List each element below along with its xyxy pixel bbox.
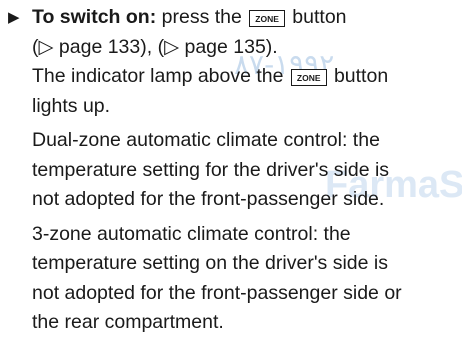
triangle-right-icon: ▶ <box>8 9 20 26</box>
three-zone-line-3: not adopted for the front-passenger side… <box>8 279 460 309</box>
paragraph-text: temperature setting for the driver's sid… <box>32 158 390 181</box>
paragraph-text: the rear compartment. <box>32 311 224 333</box>
zone-button-key: ZONE <box>249 10 285 27</box>
dual-zone-line-2: temperature setting for the driver's sid… <box>8 156 460 186</box>
step-text-4: button <box>328 65 389 87</box>
step-line-2: (▷ page 133), (▷ page 135). <box>8 33 460 63</box>
paragraph-text: not adopted for the front-passenger side… <box>32 188 385 210</box>
paragraph-text: Dual-zone automatic climate control: the <box>32 129 380 151</box>
paragraph-text: temperature setting on the driver's side… <box>32 252 388 274</box>
step-text-3: The indicator lamp above the <box>32 65 289 87</box>
three-zone-line-2: temperature setting on the driver's side… <box>8 249 460 279</box>
three-zone-line-4: the rear compartment. <box>8 308 460 338</box>
page-reference: (▷ page 133), (▷ page 135). <box>32 35 278 58</box>
paragraph-text: not adopted for the front-passenger side… <box>32 281 402 304</box>
step-text-2: button <box>286 6 347 28</box>
step-lead: To switch on: <box>32 6 157 28</box>
step-line-4: lights up. <box>8 92 460 122</box>
step-text-5: lights up. <box>32 94 111 117</box>
dual-zone-line-1: Dual-zone automatic climate control: the <box>8 126 460 156</box>
dual-zone-line-3: not adopted for the front-passenger side… <box>8 185 460 215</box>
step-line-1: ▶ To switch on: press the ZONE button <box>8 3 460 33</box>
step-text-1: press the <box>156 6 248 28</box>
step-line-3: The indicator lamp above the ZONE button <box>8 62 460 92</box>
zone-button-key-2: ZONE <box>290 69 327 86</box>
instruction-block: ▶ To switch on: press the ZONE button (▷… <box>8 3 460 338</box>
paragraph-text: 3-zone automatic climate control: the <box>32 222 351 245</box>
three-zone-line-1: 3-zone automatic climate control: the <box>8 220 460 250</box>
manual-page: ١٩٩٢-٨٧ FarmaS ▶ To switch on: press the… <box>0 0 462 338</box>
